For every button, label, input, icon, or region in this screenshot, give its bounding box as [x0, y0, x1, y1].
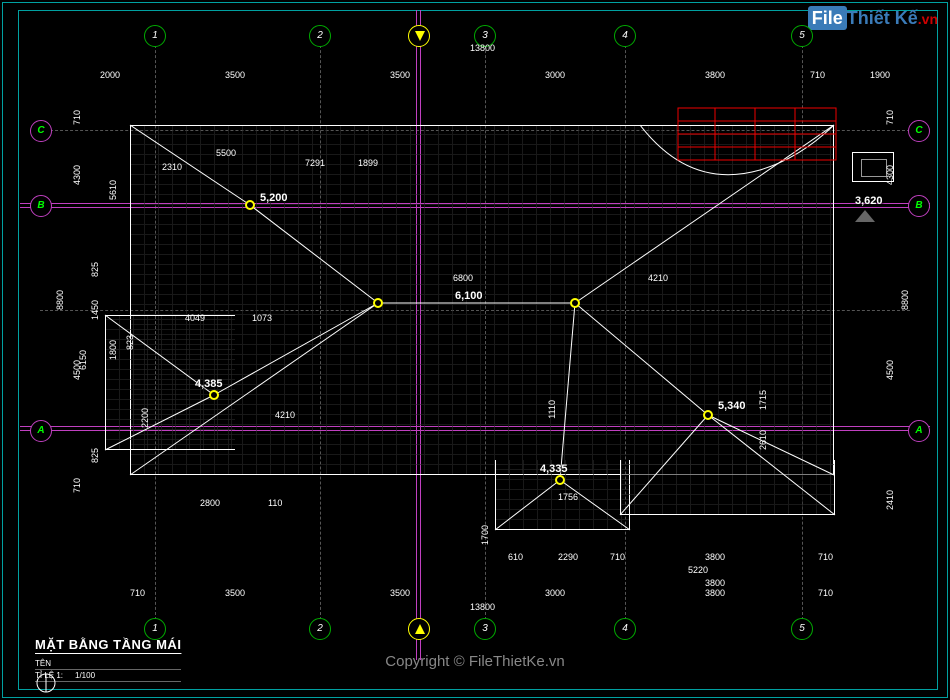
- name-label: TÊN: [35, 659, 75, 668]
- cad-canvas: FileThiết Kế.vn 1 2 3 4 5 1 2 3 4 5 A B …: [0, 0, 950, 700]
- elev-2: 6,100: [455, 290, 483, 302]
- grid-bubble-3-bot: 3: [474, 618, 496, 640]
- grid-bubble-b-left: B: [30, 195, 52, 217]
- grid-bubble-4-bot: 4: [614, 618, 636, 640]
- grid-bubble-c-right: C: [908, 120, 930, 142]
- scale-value: 1/100: [75, 671, 95, 680]
- dim-int-6800: 6800: [453, 273, 473, 283]
- roof-proj-right-out: [620, 460, 835, 515]
- dim-int-4210b: 4210: [275, 410, 295, 420]
- dim-br3-1: 5220: [688, 565, 708, 575]
- copyright-watermark: Copyright © FileThietKe.vn: [385, 653, 564, 670]
- dim-t5: 3800: [705, 70, 725, 80]
- dim-lr2-3: 2200: [140, 408, 150, 428]
- elev-node-3: [209, 390, 219, 400]
- grid-bubble-a-left: A: [30, 420, 52, 442]
- dim-rr2-2: 2610: [758, 430, 768, 450]
- dim-int-4049: 4049: [185, 313, 205, 323]
- dim-br2-1: 2800: [200, 498, 220, 508]
- grid-bubble-5-top: 5: [791, 25, 813, 47]
- dim-bot-total: 13800: [470, 602, 495, 612]
- logo-suffix: .vn: [918, 11, 938, 27]
- elev-6: 3,620: [855, 195, 883, 207]
- dim-top-total: 13800: [470, 43, 495, 53]
- dim-int-1110: 1110: [547, 400, 557, 419]
- elev-3: 4,385: [195, 378, 223, 390]
- grid-bubble-5-bot: 5: [791, 618, 813, 640]
- elev-node-2a: [373, 298, 383, 308]
- grid-bubble-a-right: A: [908, 420, 930, 442]
- section-arrow-top: [408, 25, 430, 47]
- dim-t4: 3000: [545, 70, 565, 80]
- elev-1: 5,200: [260, 192, 288, 204]
- dim-br2-6: 3800: [705, 552, 725, 562]
- dim-tr2-2: 7291: [305, 158, 325, 168]
- dim-int-1756: 1756: [558, 492, 578, 502]
- dim-lr2-1: 5610: [108, 180, 118, 200]
- elev-node-5: [703, 410, 713, 420]
- dim-t6: 710: [810, 70, 825, 80]
- north-icon: [35, 672, 57, 694]
- dim-r1: 710: [885, 110, 895, 125]
- elev-6-marker: [850, 210, 880, 230]
- dim-int-4210: 4210: [648, 273, 668, 283]
- dim-int-1073: 1073: [252, 313, 272, 323]
- grid-bubble-2-top: 2: [309, 25, 331, 47]
- grid-bubble-c-left: C: [30, 120, 52, 142]
- elev-5: 5,340: [718, 400, 746, 412]
- dim-l8: 710: [72, 478, 82, 493]
- drawing-title: MẶT BẰNG TẦNG MÁI: [35, 637, 181, 652]
- dim-t3: 3500: [390, 70, 410, 80]
- dim-l1: 710: [72, 110, 82, 125]
- dim-b4: 3000: [545, 588, 565, 598]
- dim-r2: 4300: [885, 165, 895, 185]
- dim-b1: 710: [130, 588, 145, 598]
- dim-r4: 2410: [885, 490, 895, 510]
- dim-b2: 3500: [225, 588, 245, 598]
- dim-t7: 1900: [870, 70, 890, 80]
- dim-br2-5: 710: [610, 552, 625, 562]
- watermark-logo: FileThiết Kế.vn: [808, 8, 938, 29]
- dim-t2: 3500: [225, 70, 245, 80]
- elev-node-1: [245, 200, 255, 210]
- dim-br2-3: 610: [508, 552, 523, 562]
- dim-right-total: 8800: [900, 290, 910, 310]
- grid-bubble-1-top: 1: [144, 25, 166, 47]
- dim-l2: 4300: [72, 165, 82, 185]
- dim-b6: 710: [818, 588, 833, 598]
- dim-lr2-2: 1800: [108, 340, 118, 360]
- dim-l6: 4500: [72, 360, 82, 380]
- dim-br2-4: 2290: [558, 552, 578, 562]
- dim-int-823: 823: [125, 335, 135, 350]
- dim-b3: 3500: [390, 588, 410, 598]
- dim-br3-2: 3800: [705, 578, 725, 588]
- dim-tr2-1: 5500: [216, 148, 236, 158]
- section-arrow-bottom: [408, 618, 430, 640]
- dim-r3: 4500: [885, 360, 895, 380]
- logo-part1: File: [808, 6, 847, 30]
- grid-bubble-b-right: B: [908, 195, 930, 217]
- dim-rr2-1: 1715: [758, 390, 768, 410]
- grid-bubble-2-bot: 2: [309, 618, 331, 640]
- elev-4: 4,335: [540, 463, 568, 475]
- dim-br2-7: 710: [818, 552, 833, 562]
- dim-l4: 1450: [90, 300, 100, 320]
- dim-t1: 2000: [100, 70, 120, 80]
- dim-l3: 825: [90, 262, 100, 277]
- elev-node-4: [555, 475, 565, 485]
- dim-b5: 3800: [705, 588, 725, 598]
- grid-bubble-4-top: 4: [614, 25, 636, 47]
- dim-left-total: 8800: [55, 290, 65, 310]
- dim-l7: 825: [90, 448, 100, 463]
- dim-br2-2: 110: [268, 498, 282, 508]
- dim-int-2310: 2310: [162, 162, 182, 172]
- dim-tr2-3: 1899: [358, 158, 378, 168]
- dim-int-1700: 1700: [480, 525, 490, 545]
- elev-node-2b: [570, 298, 580, 308]
- logo-part2: Thiết Kế: [847, 8, 918, 28]
